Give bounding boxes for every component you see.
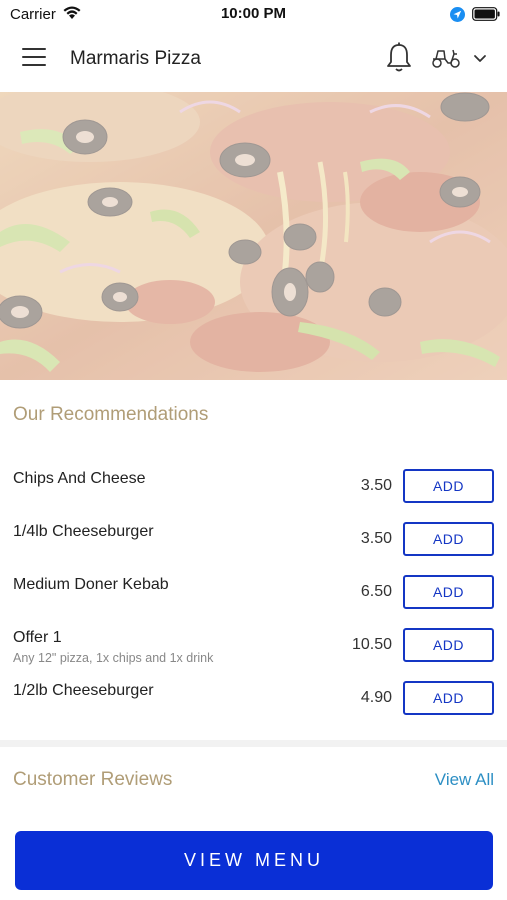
- bell-icon[interactable]: [385, 42, 413, 74]
- location-arrow-icon: [450, 7, 465, 22]
- item-price: 3.50: [360, 530, 392, 547]
- item-name: Offer 1: [13, 629, 62, 646]
- view-menu-button[interactable]: VIEW MENU: [15, 831, 493, 890]
- status-time: 10:00 PM: [220, 5, 287, 22]
- item-name: 1/4lb Cheeseburger: [13, 523, 154, 540]
- item-name: Medium Doner Kebab: [13, 576, 169, 593]
- item-price: 3.50: [360, 477, 392, 494]
- item-price: 10.50: [351, 636, 392, 653]
- list-item: Offer 1 Any 12" pizza, 1x chips and 1x d…: [0, 619, 507, 672]
- add-button[interactable]: ADD: [403, 469, 494, 503]
- add-button[interactable]: ADD: [403, 522, 494, 556]
- reviews-heading: Customer Reviews: [13, 769, 173, 790]
- add-button[interactable]: ADD: [403, 575, 494, 609]
- status-bar: Carrier 10:00 PM: [0, 0, 507, 28]
- battery-icon: [472, 7, 500, 21]
- chevron-down-icon[interactable]: [472, 52, 488, 66]
- item-name: 1/2lb Cheeseburger: [13, 682, 154, 699]
- recommendations-heading: Our Recommendations: [13, 404, 209, 425]
- list-item: 1/2lb Cheeseburger 4.90 ADD: [0, 672, 507, 725]
- hamburger-menu-icon[interactable]: [22, 48, 48, 70]
- item-price: 4.90: [360, 689, 392, 706]
- app-header: Marmaris Pizza: [0, 28, 507, 92]
- item-name: Chips And Cheese: [13, 470, 146, 487]
- section-divider: [0, 740, 507, 747]
- recommendations-list: Chips And Cheese 3.50 ADD 1/4lb Cheesebu…: [0, 460, 507, 725]
- list-item: Medium Doner Kebab 6.50 ADD: [0, 566, 507, 619]
- add-button[interactable]: ADD: [403, 628, 494, 662]
- page-title: Marmaris Pizza: [70, 48, 201, 69]
- add-button[interactable]: ADD: [403, 681, 494, 715]
- list-item: Chips And Cheese 3.50 ADD: [0, 460, 507, 513]
- item-price: 6.50: [360, 583, 392, 600]
- list-item: 1/4lb Cheeseburger 3.50 ADD: [0, 513, 507, 566]
- view-all-link[interactable]: View All: [435, 770, 494, 790]
- item-description: Any 12" pizza, 1x chips and 1x drink: [13, 651, 214, 665]
- hero-pizza-image: [0, 92, 507, 380]
- scooter-delivery-icon[interactable]: [430, 46, 462, 70]
